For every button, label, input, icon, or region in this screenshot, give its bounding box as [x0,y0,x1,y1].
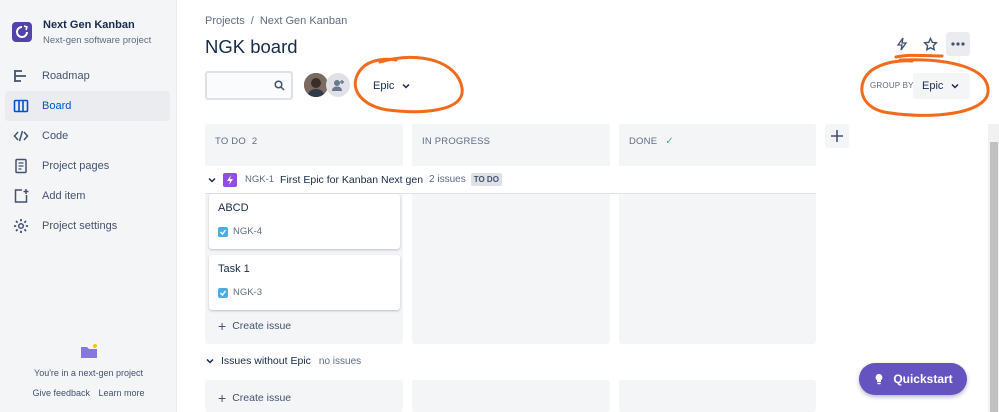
no-epic-count: no issues [318,355,362,367]
epic-swimlane-header[interactable]: NGK-1 First Epic for Kanban Next gen 2 i… [205,166,816,194]
search-input[interactable] [205,71,293,100]
column-header-in-progress: IN PROGRESS [412,124,610,159]
epic-filter-button[interactable]: Epic [364,73,419,99]
lightbulb-icon [875,374,883,385]
sidebar-item-board[interactable]: Board [5,91,170,121]
create-issue-label: Create issue [232,320,292,332]
folder-icon [80,344,97,358]
epic-filter-label: Epic [373,80,395,92]
star-icon[interactable] [918,32,942,56]
breadcrumb-separator: / [250,15,254,27]
avatar[interactable] [304,73,328,97]
more-actions-icon[interactable] [946,32,970,56]
breadcrumb: Projects / Next Gen Kanban [205,15,347,27]
gear-icon [13,218,29,234]
project-name: Next Gen Kanban [43,19,135,31]
card-title: ABCD [218,202,249,214]
search-icon [274,80,285,91]
no-epic-title: Issues without Epic [221,355,311,367]
sidebar-nav: Roadmap Board Code Project pages Add ite… [5,61,170,241]
column-name: DONE [629,136,658,147]
learn-more-link[interactable]: Learn more [99,388,145,398]
sidebar: Next Gen Kanban Next-gen software projec… [0,0,177,412]
sidebar-item-label: Roadmap [42,70,90,82]
status-badge: TO DO [470,173,502,186]
column-count: 2 [251,136,258,147]
sidebar-item-project-pages[interactable]: Project pages [5,151,170,181]
sidebar-footer: You're in a next-gen project Give feedba… [0,343,177,398]
group-by-value: Epic [922,80,944,92]
sidebar-item-label: Add item [42,190,86,202]
card-key: NGK-4 [233,226,263,237]
create-issue-button[interactable]: + Create issue [218,390,291,406]
roadmap-icon [13,68,29,84]
next-gen-note: You're in a next-gen project [34,368,143,378]
sidebar-item-label: Project pages [42,160,110,172]
page-icon [13,158,29,174]
give-feedback-link[interactable]: Give feedback [32,388,90,398]
header-actions [886,32,970,56]
group-by-select[interactable]: Epic [913,73,970,99]
project-avatar-icon [12,22,32,42]
no-epic-swimlane-header[interactable]: Issues without Epic no issues [205,355,361,367]
chevron-down-icon[interactable] [207,175,217,185]
quickstart-label: Quickstart [893,372,953,386]
column-name: IN PROGRESS [422,136,491,147]
breadcrumb-projects[interactable]: Projects [205,15,245,27]
sidebar-item-project-settings[interactable]: Project settings [5,211,170,241]
chevron-down-icon[interactable] [205,356,215,366]
add-column-button[interactable] [825,124,849,148]
page-title: NGK board [205,36,298,57]
task-type-icon [218,226,228,237]
epic-issue-count: 2 issues [429,174,466,185]
epic-icon [223,172,237,187]
plus-icon: + [218,390,227,406]
sidebar-item-label: Board [42,100,72,112]
scrollbar-thumb[interactable] [990,142,998,412]
sidebar-item-roadmap[interactable]: Roadmap [5,61,170,91]
sidebar-item-label: Project settings [42,220,118,232]
column-in-progress-no-epic [412,380,610,412]
chevron-down-icon [951,83,959,89]
project-type: Next-gen software project [43,35,152,46]
plus-icon: + [218,318,227,334]
chevron-down-icon [402,83,410,89]
automation-lightning-icon[interactable] [890,32,914,56]
done-check-icon: ✓ [665,136,674,147]
breadcrumb-project[interactable]: Next Gen Kanban [260,15,347,27]
column-name: TO DO [215,136,246,147]
column-header-todo: TO DO 2 [205,124,403,159]
task-type-icon [218,287,228,298]
card-title: Task 1 [218,263,250,275]
column-done-no-epic [619,380,816,412]
sidebar-item-add-item[interactable]: Add item [5,181,170,211]
code-icon [13,128,29,144]
sidebar-item-label: Code [42,130,69,142]
epic-title: First Epic for Kanban Next gen [280,173,424,186]
issue-card[interactable]: ABCD NGK-4 [209,194,400,249]
add-people-icon[interactable] [326,73,350,97]
project-header[interactable]: Next Gen Kanban Next-gen software projec… [12,18,151,48]
card-key: NGK-3 [233,287,263,298]
create-issue-button[interactable]: + Create issue [218,318,291,334]
board-icon [13,98,29,114]
sidebar-item-code[interactable]: Code [5,121,170,151]
group-by-label: GROUP BY [870,81,914,90]
quickstart-button[interactable]: Quickstart [859,363,967,395]
add-item-icon [13,188,29,204]
create-issue-label: Create issue [232,392,292,404]
column-header-done: DONE ✓ [619,124,816,159]
plus-icon [831,130,843,142]
issue-card[interactable]: Task 1 NGK-3 [209,255,400,310]
epic-key[interactable]: NGK-1 [245,174,274,185]
